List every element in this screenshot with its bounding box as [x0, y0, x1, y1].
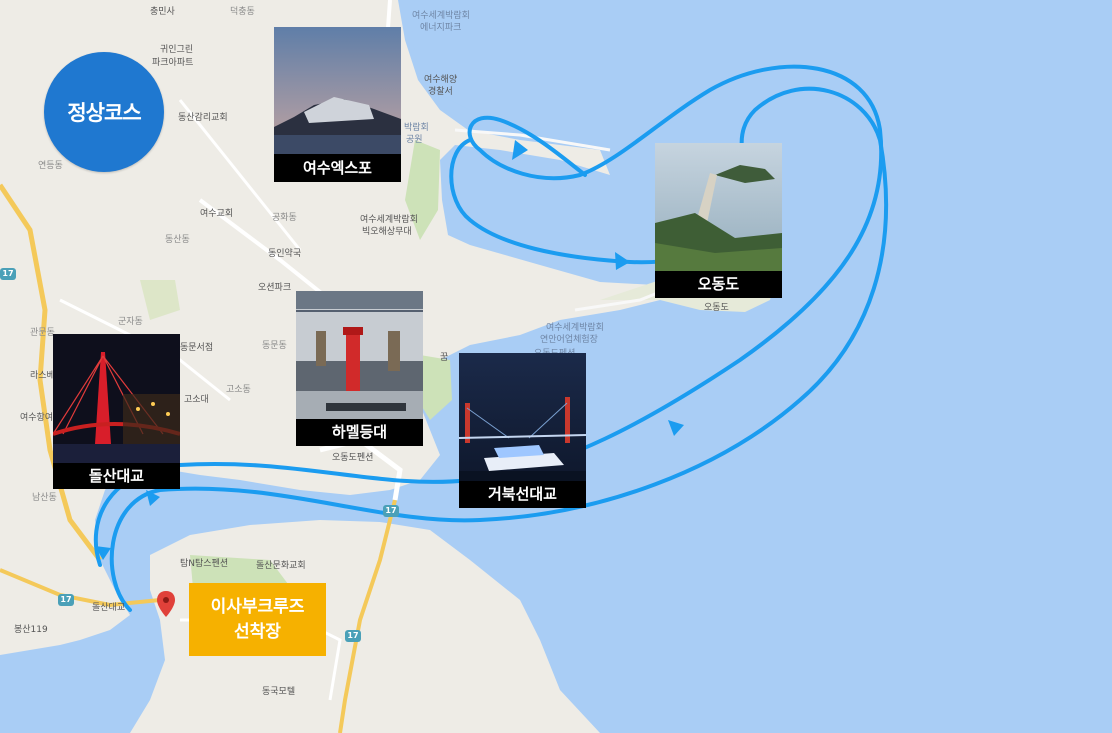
label-expo-energy-2: 에너지파크 [420, 23, 462, 33]
caption-geobukseon: 거북선대교 [459, 481, 586, 508]
route17-shield-2: 17 [383, 505, 399, 517]
label-dongguk-motel: 동국모텔 [262, 687, 296, 697]
label-expo-fish-2: 연안어업체험장 [540, 335, 598, 345]
label-yeondeungdong: 연등동 [38, 161, 63, 171]
photo-dolsan: 돌산대교 [53, 334, 180, 489]
label-ggum: 꿈 [440, 353, 449, 363]
label-expo-theater-2: 빅오해상무대 [362, 227, 412, 237]
label-dongmun-bookstore: 동문서점 [180, 343, 214, 353]
photo-expo: 여수엑스포 [274, 27, 401, 182]
label-dolsan-church: 돌산문화교회 [256, 561, 306, 571]
label-dolsan-bridge-map: 돌산대교 [92, 603, 126, 613]
dock-label-line2: 선착장 [234, 621, 281, 642]
label-naksoseo: 라스베 [30, 371, 55, 381]
label-bongsan119: 봉산119 [14, 625, 48, 635]
label-gwiin-green: 귀인그린 [160, 45, 194, 55]
label-expo-park-2: 공원 [406, 135, 423, 145]
label-gosodae: 고소대 [184, 395, 209, 405]
label-odong-pension: 오동도펜션 [332, 453, 374, 463]
photo-hamel: 하멜등대 [296, 291, 423, 446]
dock-label: 이사부크루즈 선착장 [189, 583, 326, 656]
label-odongdo-small: 오동도 [704, 303, 729, 313]
caption-expo: 여수엑스포 [274, 154, 401, 182]
course-map: 충민사 덕충동 귀인그린 파크아파트 동산감리교회 연등동 여수교회 공화동 동… [0, 0, 1112, 733]
label-namsandong: 남산동 [32, 493, 57, 503]
label-tamn-pension: 탐N탐스펜션 [180, 559, 229, 569]
label-coast-guard-2: 경찰서 [428, 87, 453, 97]
label-dongsandong: 동산동 [165, 235, 190, 245]
route17-shield-1: 17 [0, 268, 16, 280]
route17-shield-4: 17 [345, 630, 361, 642]
label-yeosu-church: 여수교회 [200, 209, 234, 219]
dock-label-line1: 이사부크루즈 [210, 596, 305, 617]
label-deokchungdong: 덕충동 [230, 7, 255, 17]
label-park-apt: 파크아파트 [152, 58, 194, 68]
label-dongmundong: 동문동 [262, 341, 287, 351]
label-yeosuhang: 여수항여 [20, 413, 54, 423]
location-pin-icon [157, 591, 175, 617]
caption-dolsan: 돌산대교 [53, 463, 180, 489]
label-gunjadong: 군자동 [118, 317, 143, 327]
label-godongdong: 고소동 [226, 385, 251, 395]
label-chungminsa: 충민사 [150, 7, 175, 17]
label-gonghwadong: 공화동 [272, 213, 297, 223]
route17-shield-3: 17 [58, 594, 74, 606]
label-dongsan-church: 동산감리교회 [178, 113, 228, 123]
photo-odongdo: 오동도 [655, 143, 782, 298]
label-dongin-pharmacy: 동인약국 [268, 249, 302, 259]
label-oseon-park: 오션파크 [258, 283, 292, 293]
label-gwanmundong: 관문동 [30, 328, 55, 338]
course-badge: 정상코스 [44, 52, 164, 172]
caption-odongdo: 오동도 [655, 271, 782, 298]
photo-geobukseon: 거북선대교 [459, 353, 586, 508]
caption-hamel: 하멜등대 [296, 419, 423, 446]
